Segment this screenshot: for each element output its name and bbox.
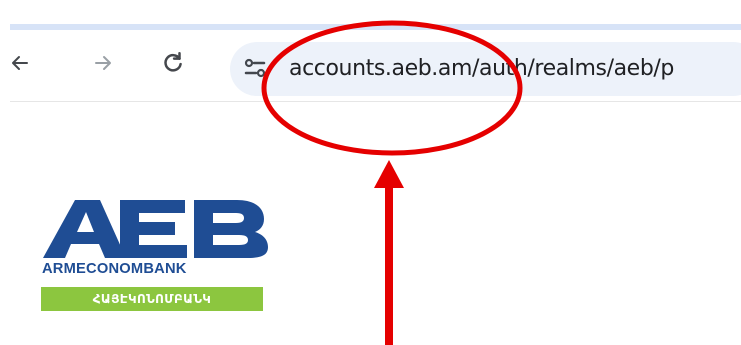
reload-icon [164, 52, 182, 72]
forward-button[interactable] [86, 46, 120, 80]
back-button[interactable] [3, 46, 37, 80]
back-arrow-icon [12, 56, 28, 70]
forward-arrow-icon [95, 56, 111, 70]
armeconombank-logo: ARMECONOMBANK ՀԱՅԷԿՈՆՈՄԲԱՆԿ [41, 198, 271, 320]
toolbar-divider [10, 101, 741, 102]
address-bar[interactable] [230, 42, 741, 96]
site-info-icon [244, 58, 266, 77]
logo-armenian-name: ՀԱՅԷԿՈՆՈՄԲԱՆԿ [41, 287, 263, 311]
reload-button[interactable] [156, 46, 190, 80]
site-info-button[interactable] [238, 52, 272, 86]
aeb-logo-mark [43, 200, 268, 258]
logo-bank-name: ARMECONOMBANK [42, 261, 187, 277]
browser-toolbar [0, 30, 741, 102]
address-input[interactable] [289, 52, 741, 86]
red-arrow-icon [374, 160, 404, 188]
